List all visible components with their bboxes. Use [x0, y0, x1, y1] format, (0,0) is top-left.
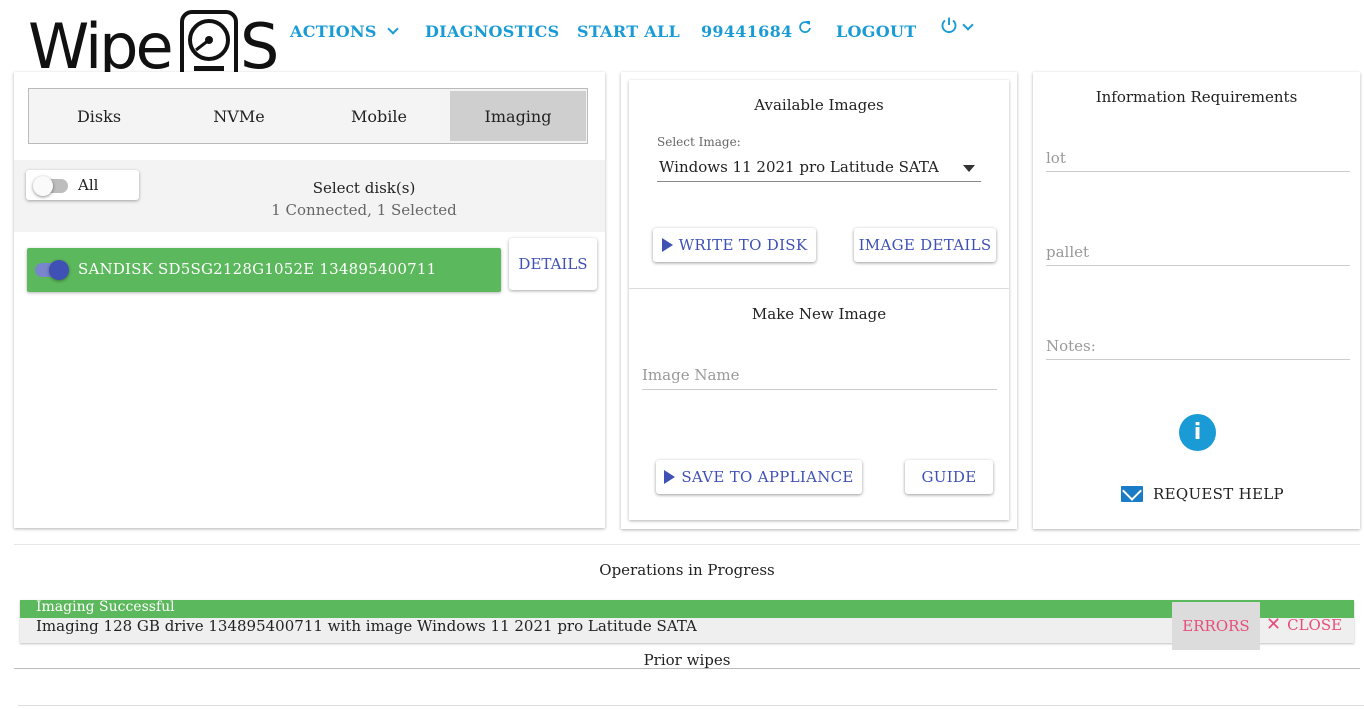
- mail-icon: [1121, 486, 1143, 502]
- actions-menu[interactable]: ACTIONS: [290, 22, 399, 41]
- logout-button[interactable]: LOGOUT: [836, 22, 916, 41]
- imaging-panel: Available Images Select Image: Windows 1…: [621, 72, 1017, 529]
- actions-label: ACTIONS: [290, 22, 377, 41]
- station-id: 99441684: [701, 22, 793, 41]
- start-all-button[interactable]: START ALL: [577, 22, 680, 41]
- write-to-disk-button[interactable]: WRITE TO DISK: [653, 228, 816, 262]
- power-icon: [941, 17, 957, 34]
- pallet-placeholder: pallet: [1046, 243, 1090, 261]
- selected-image: Windows 11 2021 pro Latitude SATA: [659, 158, 939, 176]
- toggle-knob: [33, 176, 53, 196]
- power-menu[interactable]: [940, 17, 974, 34]
- available-images-title: Available Images: [754, 96, 884, 114]
- dropdown-arrow-icon: [963, 165, 975, 172]
- select-disks-title: Select disk(s): [312, 179, 416, 197]
- operation-status-bar: Imaging Successful: [20, 599, 1354, 618]
- operations-divider: [14, 544, 1360, 545]
- prior-wipes-title: Prior wipes: [643, 651, 731, 669]
- save-to-appliance-label: SAVE TO APPLIANCE: [681, 468, 854, 486]
- tab-mobile[interactable]: Mobile: [311, 91, 447, 141]
- close-button[interactable]: ✕ CLOSE: [1266, 614, 1343, 635]
- information-requirements-title: Information Requirements: [1095, 88, 1298, 106]
- lot-input[interactable]: lot: [1046, 149, 1350, 172]
- operations-title: Operations in Progress: [599, 561, 775, 579]
- info-icon[interactable]: i: [1179, 414, 1216, 451]
- select-all-toggle[interactable]: All: [26, 170, 139, 200]
- start-all-label: START ALL: [577, 22, 681, 41]
- image-details-button[interactable]: IMAGE DETAILS: [854, 228, 996, 262]
- refresh-icon: [799, 20, 812, 33]
- request-help-label: REQUEST HELP: [1153, 485, 1284, 503]
- request-help-button[interactable]: REQUEST HELP: [1121, 485, 1284, 503]
- notes-input[interactable]: Notes:: [1046, 337, 1350, 360]
- disk-details-button[interactable]: DETAILS: [509, 238, 597, 290]
- operation-item: Imaging Successful Imaging 128 GB drive …: [20, 599, 1354, 650]
- chevron-down-icon: [387, 22, 399, 35]
- operation-description: Imaging 128 GB drive 134895400711 with i…: [36, 617, 697, 635]
- disk-item[interactable]: SANDISK SD5SG2128G1052E 134895400711: [27, 248, 501, 292]
- play-icon: [661, 238, 673, 252]
- image-name-input[interactable]: Image Name: [642, 366, 997, 390]
- guide-button[interactable]: GUIDE: [905, 460, 993, 494]
- select-disks-bar: All Select disk(s) 1 Connected, 1 Select…: [14, 160, 605, 232]
- bottom-divider: [18, 705, 1364, 706]
- close-icon: ✕: [1266, 614, 1282, 635]
- diagnostics-label: DIAGNOSTICS: [425, 22, 560, 41]
- device-tabs: Disks NVMe Mobile Imaging: [28, 88, 588, 144]
- tab-imaging[interactable]: Imaging: [450, 91, 586, 141]
- tab-disks[interactable]: Disks: [31, 91, 167, 141]
- tab-nvme[interactable]: NVMe: [171, 91, 307, 141]
- play-icon: [664, 470, 676, 484]
- close-label: CLOSE: [1287, 616, 1343, 634]
- make-new-image-title: Make New Image: [751, 305, 887, 323]
- write-to-disk-label: WRITE TO DISK: [678, 236, 808, 254]
- pallet-input[interactable]: pallet: [1046, 243, 1350, 266]
- logout-label: LOGOUT: [836, 22, 917, 41]
- prior-wipes-divider: [14, 668, 1360, 669]
- information-panel: Information Requirements lot pallet Note…: [1033, 72, 1360, 529]
- notes-placeholder: Notes:: [1046, 337, 1096, 355]
- disk-count-summary: 1 Connected, 1 Selected: [271, 201, 457, 219]
- image-name-placeholder: Image Name: [642, 366, 740, 384]
- disk-label: SANDISK SD5SG2128G1052E 134895400711: [78, 260, 437, 278]
- diagnostics-link[interactable]: DIAGNOSTICS: [425, 22, 560, 41]
- errors-button[interactable]: ERRORS: [1172, 602, 1260, 650]
- select-all-label: All: [78, 176, 99, 194]
- image-select[interactable]: Windows 11 2021 pro Latitude SATA: [657, 152, 981, 182]
- select-image-label: Select Image:: [657, 135, 741, 149]
- imaging-inner-card: Available Images Select Image: Windows 1…: [629, 80, 1009, 520]
- disk-toggle-knob[interactable]: [49, 260, 69, 280]
- chevron-down-icon: [962, 19, 974, 31]
- section-divider: [629, 288, 1009, 289]
- disk-selection-panel: Disks NVMe Mobile Imaging All Select dis…: [14, 72, 605, 528]
- operation-status: Imaging Successful: [36, 599, 175, 615]
- lot-placeholder: lot: [1046, 149, 1066, 167]
- station-id-refresh[interactable]: 99441684: [701, 20, 812, 41]
- save-to-appliance-button[interactable]: SAVE TO APPLIANCE: [656, 460, 862, 494]
